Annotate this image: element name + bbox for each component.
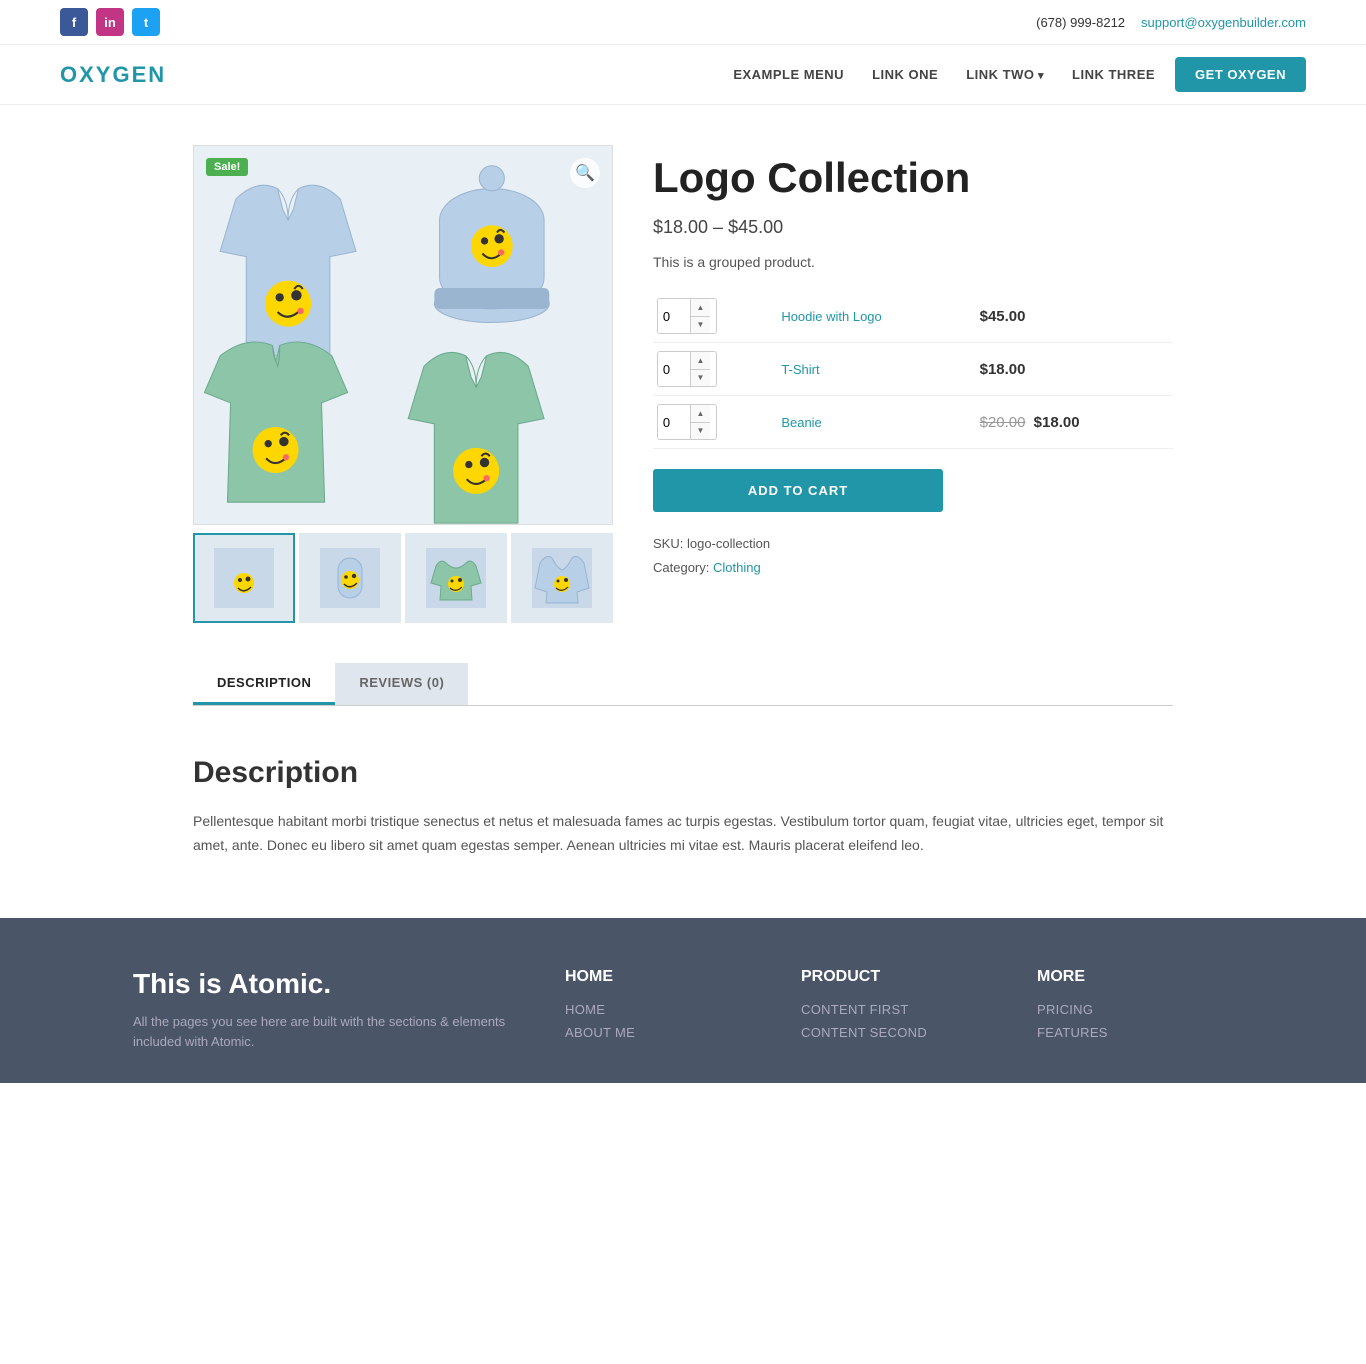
- top-bar: f in t (678) 999-8212 support@oxygenbuil…: [0, 0, 1366, 45]
- qty-tshirt-down[interactable]: ▼: [691, 370, 710, 387]
- footer-home-title: HOME: [565, 968, 761, 986]
- qty-hoodie-up[interactable]: ▲: [691, 299, 710, 317]
- qty-hoodie-input[interactable]: [658, 299, 690, 333]
- qty-hoodie[interactable]: ▲ ▼: [657, 298, 717, 334]
- tabs-section: DESCRIPTION REVIEWS (0): [133, 663, 1233, 706]
- footer-features-link[interactable]: FEATURES: [1037, 1025, 1233, 1040]
- qty-tshirt-up[interactable]: ▲: [691, 352, 710, 370]
- social-icons: f in t: [60, 8, 160, 36]
- footer-brand-title: This is Atomic.: [133, 968, 525, 1000]
- tshirt-link[interactable]: T-Shirt: [781, 362, 819, 377]
- tabs-bar: DESCRIPTION REVIEWS (0): [193, 663, 1173, 706]
- hoodie-price: $45.00: [976, 290, 1173, 343]
- product-thumbnails: [193, 533, 613, 623]
- sku-value: logo-collection: [687, 536, 770, 551]
- tab-reviews[interactable]: REVIEWS (0): [335, 663, 468, 705]
- nav-links: EXAMPLE MENU LINK ONE LINK TWO LINK THRE…: [733, 67, 1155, 82]
- footer-col-more: MORE PRICING FEATURES: [1037, 968, 1233, 1054]
- top-bar-contact: (678) 999-8212 support@oxygenbuilder.com: [1036, 15, 1306, 30]
- main-image: Sale! 🔍: [193, 145, 613, 525]
- footer-grid: This is Atomic. All the pages you see he…: [133, 968, 1233, 1054]
- tab-description[interactable]: DESCRIPTION: [193, 663, 335, 705]
- email-link[interactable]: support@oxygenbuilder.com: [1141, 15, 1306, 30]
- twitter-icon[interactable]: t: [132, 8, 160, 36]
- thumbnail-3[interactable]: [405, 533, 507, 623]
- product-grouped-label: This is a grouped product.: [653, 254, 1173, 270]
- phone-number: (678) 999-8212: [1036, 15, 1125, 30]
- qty-beanie[interactable]: ▲ ▼: [657, 404, 717, 440]
- qty-beanie-input[interactable]: [658, 405, 690, 439]
- product-row-hoodie: ▲ ▼ Hoodie with Logo $45.00: [653, 290, 1173, 343]
- qty-beanie-down[interactable]: ▼: [691, 423, 710, 440]
- product-meta: SKU: logo-collection Category: Clothing: [653, 532, 1173, 579]
- category-label: Category:: [653, 560, 709, 575]
- navbar: OXYGEN EXAMPLE MENU LINK ONE LINK TWO LI…: [0, 45, 1366, 105]
- beanie-price-old: $20.00: [980, 414, 1026, 431]
- footer-more-title: MORE: [1037, 968, 1233, 986]
- grouped-products-table: ▲ ▼ Hoodie with Logo $45.00: [653, 290, 1173, 449]
- qty-tshirt[interactable]: ▲ ▼: [657, 351, 717, 387]
- footer-home-link[interactable]: HOME: [565, 1002, 761, 1017]
- footer-brand: This is Atomic. All the pages you see he…: [133, 968, 525, 1054]
- footer-col-product: PRODUCT CONTENT FIRST CONTENT SECOND: [801, 968, 997, 1054]
- get-oxygen-button[interactable]: GET OXYGEN: [1175, 57, 1306, 92]
- thumbnail-4[interactable]: [511, 533, 613, 623]
- description-text: Pellentesque habitant morbi tristique se…: [193, 810, 1173, 858]
- product-illustration: [194, 146, 612, 524]
- product-section: Sale! 🔍: [133, 105, 1233, 663]
- beanie-link[interactable]: Beanie: [781, 415, 821, 430]
- footer-content-first-link[interactable]: CONTENT FIRST: [801, 1002, 997, 1017]
- footer-aboutme-link[interactable]: ABOUT ME: [565, 1025, 761, 1040]
- product-gallery: Sale! 🔍: [193, 145, 613, 623]
- qty-tshirt-input[interactable]: [658, 352, 690, 386]
- thumbnail-1[interactable]: [193, 533, 295, 623]
- sku-label: SKU:: [653, 536, 683, 551]
- product-info: Logo Collection $18.00 – $45.00 This is …: [653, 145, 1173, 623]
- product-title: Logo Collection: [653, 155, 1173, 201]
- footer-col-home: HOME HOME ABOUT ME: [565, 968, 761, 1054]
- product-price: $18.00 – $45.00: [653, 217, 1173, 238]
- instagram-icon[interactable]: in: [96, 8, 124, 36]
- beanie-price-new: $18.00: [1034, 414, 1080, 431]
- add-to-cart-button[interactable]: ADD TO CART: [653, 469, 943, 512]
- footer: This is Atomic. All the pages you see he…: [0, 918, 1366, 1084]
- footer-content-second-link[interactable]: CONTENT SECOND: [801, 1025, 997, 1040]
- qty-hoodie-down[interactable]: ▼: [691, 317, 710, 334]
- category-link[interactable]: Clothing: [713, 560, 761, 575]
- tshirt-price: $18.00: [976, 343, 1173, 396]
- qty-tshirt-arrows: ▲ ▼: [690, 352, 710, 386]
- qty-hoodie-arrows: ▲ ▼: [690, 299, 710, 333]
- qty-beanie-up[interactable]: ▲: [691, 405, 710, 423]
- description-heading: Description: [193, 756, 1173, 790]
- footer-brand-text: All the pages you see here are built wit…: [133, 1012, 525, 1054]
- description-section: Description Pellentesque habitant morbi …: [133, 726, 1233, 918]
- logo[interactable]: OXYGEN: [60, 62, 166, 88]
- thumbnail-2[interactable]: [299, 533, 401, 623]
- beanie-price: $20.00 $18.00: [976, 396, 1173, 449]
- facebook-icon[interactable]: f: [60, 8, 88, 36]
- sale-badge: Sale!: [206, 158, 248, 176]
- product-row-beanie: ▲ ▼ Beanie $20.00 $18.00: [653, 396, 1173, 449]
- footer-product-title: PRODUCT: [801, 968, 997, 986]
- qty-beanie-arrows: ▲ ▼: [690, 405, 710, 439]
- hoodie-link[interactable]: Hoodie with Logo: [781, 309, 881, 324]
- nav-example-menu[interactable]: EXAMPLE MENU: [733, 67, 844, 82]
- nav-link-one[interactable]: LINK ONE: [872, 67, 938, 82]
- footer-pricing-link[interactable]: PRICING: [1037, 1002, 1233, 1017]
- zoom-icon[interactable]: 🔍: [570, 158, 600, 188]
- nav-link-three[interactable]: LINK THREE: [1072, 67, 1155, 82]
- product-row-tshirt: ▲ ▼ T-Shirt $18.00: [653, 343, 1173, 396]
- nav-link-two[interactable]: LINK TWO: [966, 67, 1044, 82]
